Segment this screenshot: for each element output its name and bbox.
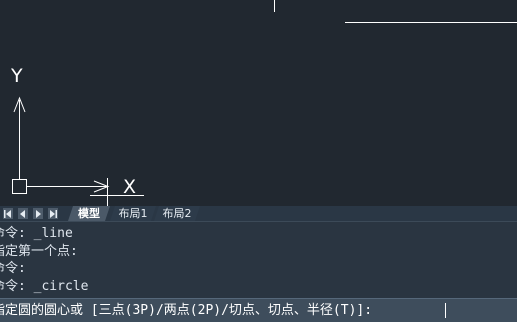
prev-tab-button[interactable]	[18, 208, 28, 219]
history-line: 指定第一个点:	[0, 244, 78, 259]
next-icon	[36, 209, 41, 218]
history-line: 命令:	[0, 261, 26, 276]
ucs-x-label: X	[123, 176, 137, 198]
command-prompt: 指定圆的圆心或 [三点(3P)/两点(2P)/切点、切点、半径(T)]:	[0, 303, 373, 318]
command-line-input[interactable]: 指定圆的圆心或 [三点(3P)/两点(2P)/切点、切点、半径(T)]:	[0, 298, 517, 322]
prev-icon	[20, 209, 25, 218]
tab-model[interactable]: 模型	[68, 206, 110, 221]
next-tab-button[interactable]	[33, 208, 43, 219]
ucs-y-label: Y	[11, 65, 23, 87]
last-icon	[50, 209, 57, 218]
history-line: 命令: _line	[0, 226, 73, 241]
text-caret	[445, 303, 446, 318]
last-tab-button[interactable]	[48, 208, 58, 219]
drawing-canvas[interactable]: Y X	[0, 0, 517, 206]
first-tab-button[interactable]	[3, 208, 13, 219]
ucs-origin-box-icon	[12, 179, 27, 194]
tab-layout1[interactable]: 布局1	[110, 206, 156, 221]
layout-tab-bar: 模型 布局1 布局2	[0, 206, 517, 222]
drawing-lines	[12, 0, 517, 206]
first-icon	[4, 209, 11, 218]
command-history: 命令: _line 指定第一个点: 命令: 命令: _circle	[0, 222, 517, 298]
tab-layout2[interactable]: 布局2	[154, 206, 200, 221]
history-line: 命令: _circle	[0, 279, 89, 294]
